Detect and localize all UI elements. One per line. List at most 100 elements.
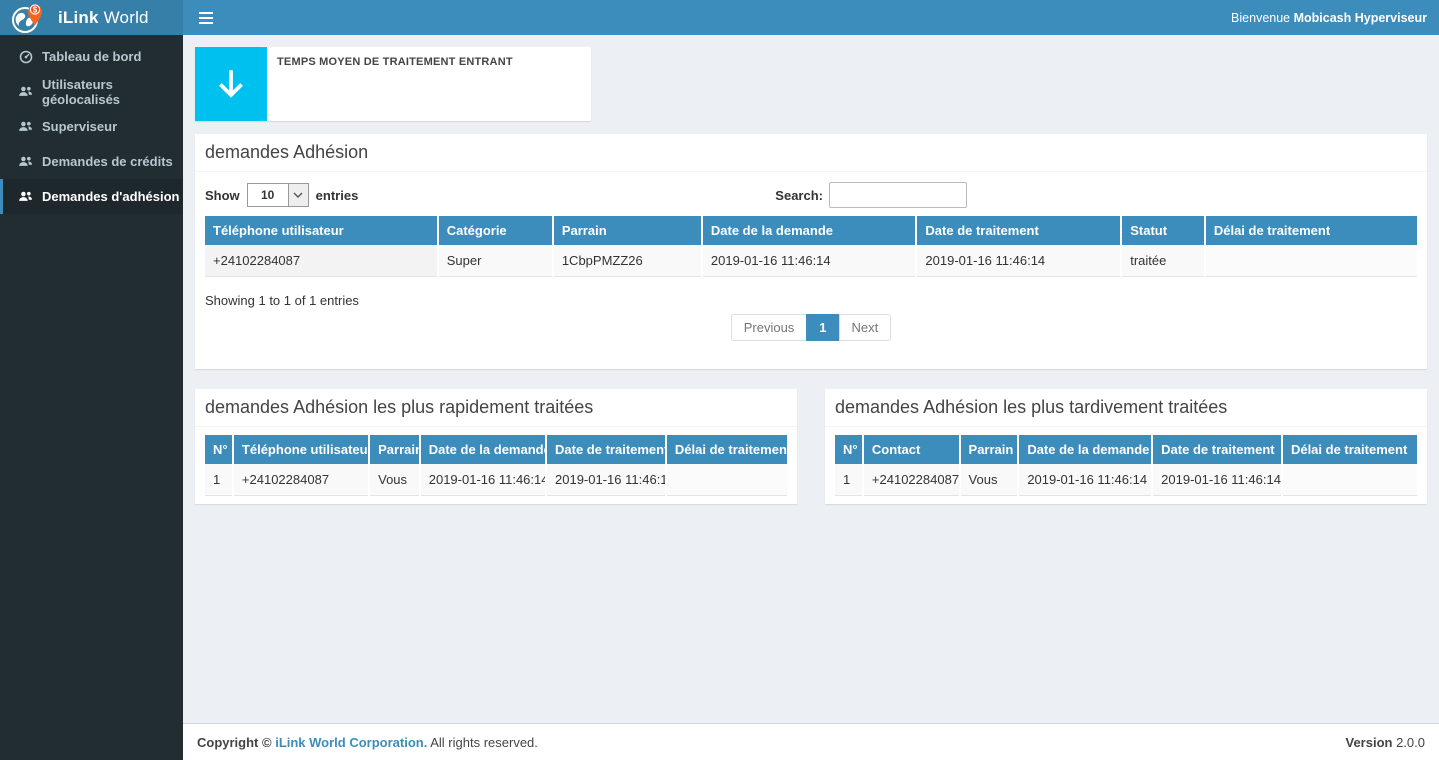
datatable-controls: Show 10 entries Search: [205, 182, 1417, 208]
footer: Copyright © iLink World Corporation. All… [183, 723, 1439, 760]
column-header-date-demande[interactable]: Date de la demande [420, 435, 546, 464]
footer-copyright: Copyright © iLink World Corporation. All… [197, 735, 538, 750]
sidebar-item-demandes-adhesion[interactable]: Demandes d'adhésion [0, 179, 183, 214]
sidebar: Tableau de bord Utilisateurs géolocalisé… [0, 35, 183, 760]
copyright-label: Copyright © [197, 735, 272, 750]
page-1-button[interactable]: 1 [806, 314, 839, 341]
column-header-date-demande[interactable]: Date de la demande [702, 216, 917, 245]
avg-processing-time-widget: TEMPS MOYEN DE TRAITEMENT ENTRANT [195, 47, 591, 121]
footer-version: Version 2.0.0 [1345, 735, 1425, 750]
welcome-username: Mobicash Hyperviseur [1294, 11, 1427, 25]
pagination: Previous 1 Next [205, 314, 1417, 341]
version-value: 2.0.0 [1396, 735, 1425, 750]
version-label: Version [1345, 735, 1392, 750]
cell-telephone: +24102284087 [205, 245, 438, 277]
widget-label: TEMPS MOYEN DE TRAITEMENT ENTRANT [267, 47, 523, 121]
users-icon [18, 120, 33, 134]
users-icon [18, 85, 33, 99]
search-input[interactable] [829, 182, 967, 208]
column-header-numero[interactable]: N° [835, 435, 863, 464]
column-header-contact[interactable]: Contact [863, 435, 960, 464]
column-header-categorie[interactable]: Catégorie [438, 216, 553, 245]
previous-page-button[interactable]: Previous [731, 314, 808, 341]
cell-date-traitement: 2019-01-16 11:46:14 [916, 245, 1121, 277]
search-label: Search: [775, 188, 823, 203]
sidebar-item-tableau-de-bord[interactable]: Tableau de bord [0, 39, 183, 74]
cell-parrain: Vous [369, 464, 420, 496]
sidebar-item-label: Demandes de crédits [42, 154, 173, 169]
cell-date-demande: 2019-01-16 11:46:14 [702, 245, 917, 277]
sidebar-item-superviseur[interactable]: Superviseur [0, 109, 183, 144]
cell-date-traitement: 2019-01-16 11:46:14 [1152, 464, 1282, 496]
column-header-parrain[interactable]: Parrain [369, 435, 420, 464]
sidebar-item-label: Demandes d'adhésion [42, 189, 179, 204]
column-header-delai[interactable]: Délai de traitement [666, 435, 787, 464]
panel-title: demandes Adhésion [205, 142, 368, 162]
column-header-telephone[interactable]: Téléphone utilisateur [233, 435, 369, 464]
cell-statut: traitée [1121, 245, 1205, 277]
column-header-delai[interactable]: Délai de traitement [1282, 435, 1417, 464]
next-page-button[interactable]: Next [839, 314, 892, 341]
content-area: TEMPS MOYEN DE TRAITEMENT ENTRANT demand… [183, 35, 1439, 723]
column-header-date-traitement[interactable]: Date de traitement [1152, 435, 1282, 464]
column-header-statut[interactable]: Statut [1121, 216, 1205, 245]
column-header-telephone[interactable]: Téléphone utilisateur [205, 216, 438, 245]
top-navbar: $ iLink World Bienvenue Mobicash Hypervi… [0, 0, 1439, 35]
search-control: Search: [775, 182, 967, 208]
column-header-delai[interactable]: Délai de traitement [1205, 216, 1417, 245]
cell-numero: 1 [835, 464, 863, 496]
sidebar-item-label: Utilisateurs géolocalisés [42, 77, 183, 107]
welcome-message: Bienvenue Mobicash Hyperviseur [1231, 11, 1439, 25]
cell-parrain: 1CbpPMZZ26 [553, 245, 702, 277]
page-length-control: Show 10 entries [205, 183, 358, 207]
dashboard-icon [18, 50, 33, 64]
column-header-date-traitement[interactable]: Date de traitement [546, 435, 666, 464]
users-icon [18, 190, 33, 204]
table-info-text: Showing 1 to 1 of 1 entries [205, 293, 1417, 308]
brand-logo[interactable]: $ iLink World [0, 0, 183, 35]
column-header-parrain[interactable]: Parrain [960, 435, 1019, 464]
table-row: 1 +24102284087 Vous 2019-01-16 11:46:14 … [835, 464, 1417, 496]
column-header-numero[interactable]: N° [205, 435, 233, 464]
cell-date-demande: 2019-01-16 11:46:14 [1018, 464, 1152, 496]
cell-date-traitement: 2019-01-16 11:46:14 [546, 464, 666, 496]
page-length-select[interactable]: 10 [247, 183, 309, 207]
brand-name: iLink World [58, 8, 149, 28]
panel-title: demandes Adhésion les plus tardivement t… [835, 397, 1227, 417]
cell-date-demande: 2019-01-16 11:46:14 [420, 464, 546, 496]
cell-delai [1205, 245, 1417, 277]
cell-parrain: Vous [960, 464, 1019, 496]
sidebar-item-label: Tableau de bord [42, 49, 141, 64]
table-header-row: Téléphone utilisateur Catégorie Parrain … [205, 216, 1417, 245]
svg-text:$: $ [33, 5, 38, 14]
panel-body: N° Contact Parrain Date de la demande Da… [825, 427, 1427, 504]
navbar: Bienvenue Mobicash Hyperviseur [183, 0, 1439, 35]
bottom-panels-row: demandes Adhésion les plus rapidement tr… [195, 389, 1427, 504]
sidebar-item-label: Superviseur [42, 119, 117, 134]
entries-label: entries [316, 188, 359, 203]
ilink-world-corporation-link[interactable]: iLink World Corporation. [275, 735, 427, 750]
table-row: 1 +24102284087 Vous 2019-01-16 11:46:14 … [205, 464, 787, 496]
cell-numero: 1 [205, 464, 233, 496]
sidebar-item-demandes-de-credits[interactable]: Demandes de crédits [0, 144, 183, 179]
users-icon [18, 155, 33, 169]
demandes-adhesion-panel: demandes Adhésion Show 10 entries [195, 134, 1427, 369]
column-header-date-demande[interactable]: Date de la demande [1018, 435, 1152, 464]
panel-header: demandes Adhésion les plus tardivement t… [825, 389, 1427, 427]
sidebar-toggle-menu-icon[interactable] [183, 0, 228, 35]
sidebar-item-utilisateurs-geolocalises[interactable]: Utilisateurs géolocalisés [0, 74, 183, 109]
welcome-prefix: Bienvenue [1231, 11, 1290, 25]
cell-categorie: Super [438, 245, 553, 277]
column-header-parrain[interactable]: Parrain [553, 216, 702, 245]
table-header-row: N° Téléphone utilisateur Parrain Date de… [205, 435, 787, 464]
latest-processed-panel: demandes Adhésion les plus tardivement t… [825, 389, 1427, 504]
cell-contact: +24102284087 [863, 464, 960, 496]
panel-header: demandes Adhésion les plus rapidement tr… [195, 389, 797, 427]
cell-telephone: +24102284087 [233, 464, 369, 496]
column-header-date-traitement[interactable]: Date de traitement [916, 216, 1121, 245]
down-arrow-icon [195, 47, 267, 121]
latest-processed-table: N° Contact Parrain Date de la demande Da… [835, 435, 1417, 496]
panel-title: demandes Adhésion les plus rapidement tr… [205, 397, 593, 417]
cell-delai [666, 464, 787, 496]
app-window: $ iLink World Bienvenue Mobicash Hypervi… [0, 0, 1439, 760]
